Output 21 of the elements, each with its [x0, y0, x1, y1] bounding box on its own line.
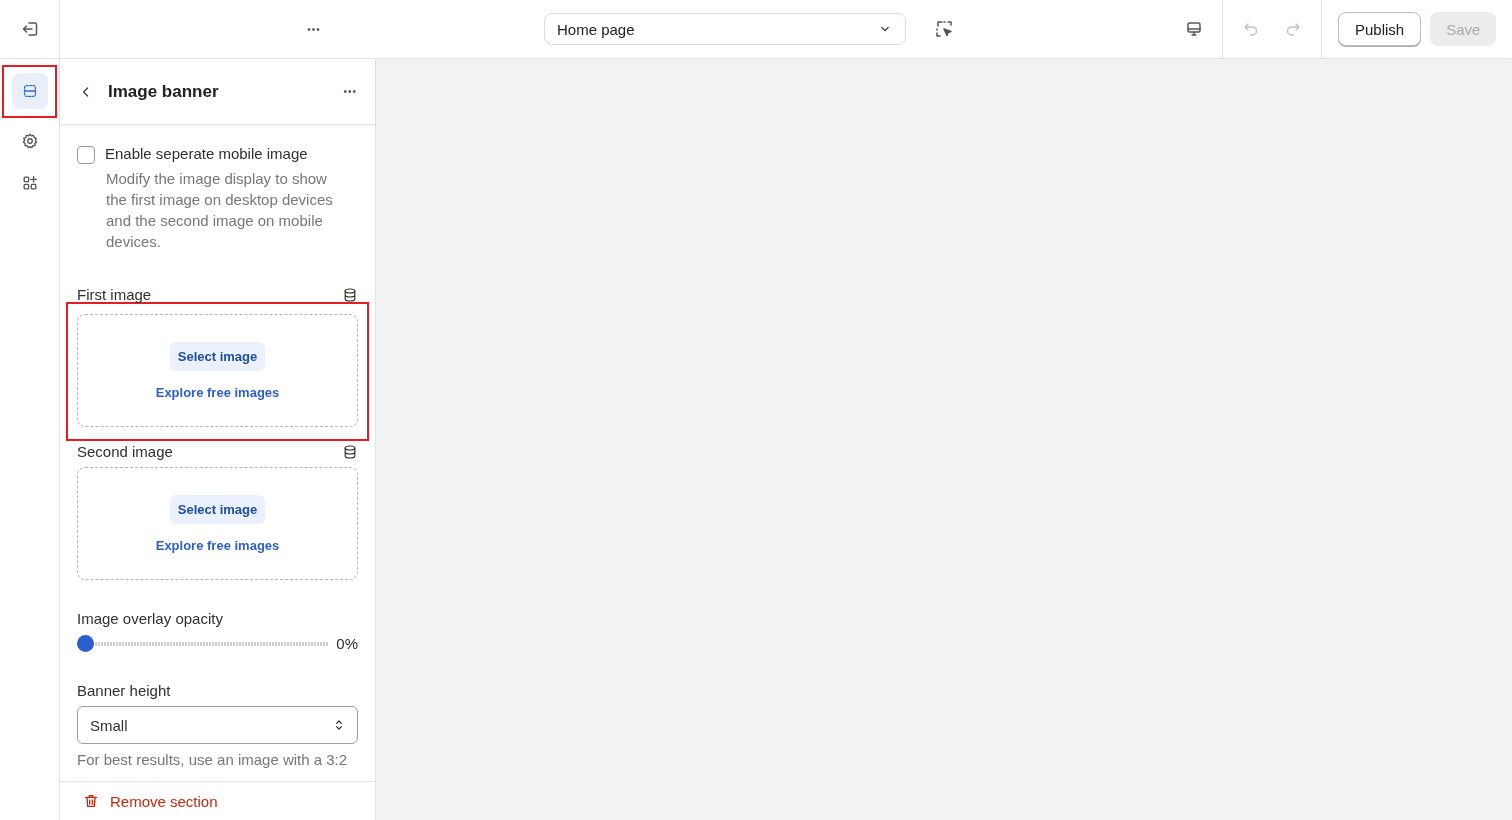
- slider-value: 0%: [336, 635, 358, 652]
- checkbox-label: Enable seperate mobile image: [105, 145, 308, 162]
- field-label: Banner height: [77, 682, 172, 699]
- field-label: Image overlay opacity: [77, 610, 224, 627]
- image-drop-zone[interactable]: Select image Explore free images: [77, 314, 358, 427]
- field-label: First image: [77, 286, 152, 303]
- explore-images-link[interactable]: Explore free images: [155, 384, 280, 400]
- more-menu-button[interactable]: •••: [343, 86, 357, 97]
- select-image-button[interactable]: Select image: [169, 494, 266, 524]
- publish-button[interactable]: Publish: [1338, 12, 1422, 46]
- height-select[interactable]: Small: [77, 706, 358, 744]
- select-image-button[interactable]: Select image: [169, 341, 266, 371]
- more-menu-button[interactable]: •••: [304, 23, 324, 35]
- image-drop-zone[interactable]: Select image Explore free images: [77, 467, 358, 580]
- help-text: For best results, use an image with a 3:2: [77, 751, 349, 768]
- remove-section-button[interactable]: Remove section: [110, 792, 218, 810]
- panel-title: Image banner: [108, 81, 220, 102]
- field-label: Second image: [77, 443, 173, 460]
- page-select[interactable]: Home page: [544, 13, 906, 45]
- explore-images-link[interactable]: Explore free images: [155, 537, 280, 553]
- help-text: Modify the image display to show the first image on desktop devices and the second image on mobile devices.: [106, 169, 334, 252]
